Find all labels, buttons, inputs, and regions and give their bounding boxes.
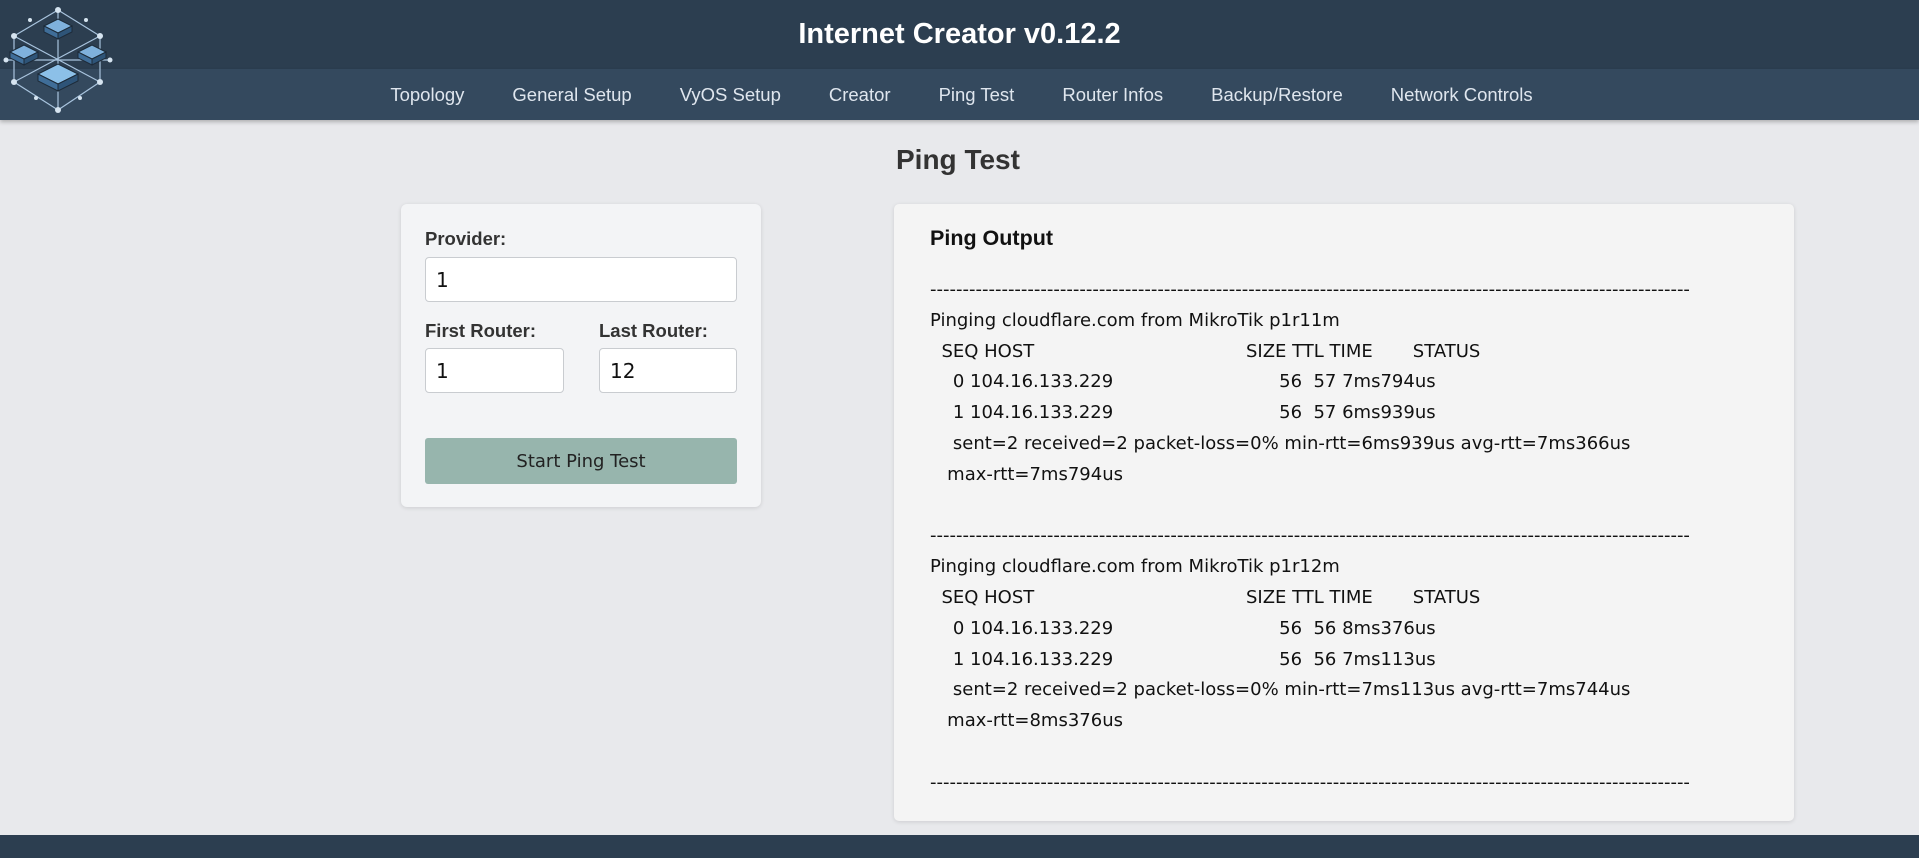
nav-item-creator[interactable]: Creator bbox=[829, 84, 891, 106]
last-router-label: Last Router: bbox=[599, 320, 708, 341]
app-footer bbox=[0, 835, 1919, 858]
ping-output-title: Ping Output bbox=[930, 226, 1053, 250]
nav-item-ping-test[interactable]: Ping Test bbox=[939, 84, 1015, 106]
app-header: Internet Creator v0.12.2 bbox=[0, 0, 1919, 69]
first-router-label: First Router: bbox=[425, 320, 536, 341]
ping-output-text: ----------------------------------------… bbox=[930, 279, 1690, 793]
nav-item-topology[interactable]: Topology bbox=[390, 84, 464, 106]
page-title: Ping Test bbox=[896, 144, 1020, 175]
nav-item-vyos-setup[interactable]: VyOS Setup bbox=[680, 84, 781, 106]
nav-item-router-infos[interactable]: Router Infos bbox=[1062, 84, 1163, 106]
main-nav: Topology General Setup VyOS Setup Creato… bbox=[0, 69, 1919, 120]
nav-item-backup-restore[interactable]: Backup/Restore bbox=[1211, 84, 1343, 106]
network-routers-logo-icon[interactable] bbox=[0, 2, 116, 118]
start-ping-test-button[interactable]: Start Ping Test bbox=[425, 438, 737, 484]
first-router-input[interactable] bbox=[425, 348, 564, 393]
ping-form-card: Provider: First Router: Last Router: Sta… bbox=[401, 204, 761, 507]
last-router-input[interactable] bbox=[599, 348, 737, 393]
ping-output-card: Ping Output ----------------------------… bbox=[894, 204, 1794, 821]
nav-item-general-setup[interactable]: General Setup bbox=[512, 84, 631, 106]
app-title: Internet Creator v0.12.2 bbox=[798, 18, 1121, 50]
provider-label: Provider: bbox=[425, 228, 507, 249]
provider-input[interactable] bbox=[425, 257, 737, 302]
nav-item-network-controls[interactable]: Network Controls bbox=[1391, 84, 1533, 106]
